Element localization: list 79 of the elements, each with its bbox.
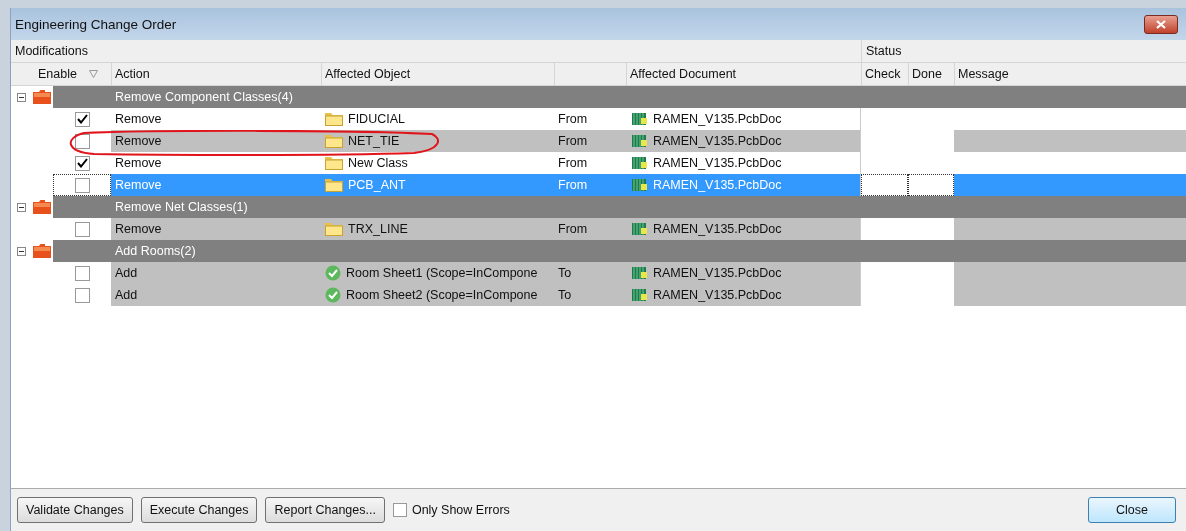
table-cell: Add [115,266,138,280]
column-header[interactable]: Check [861,63,908,85]
enable-checkbox[interactable] [74,287,90,303]
table-cell: To [558,288,572,302]
table-cell: Remove [115,112,162,126]
column-header[interactable]: Action [111,63,321,85]
column-header[interactable]: Affected Object [321,63,554,85]
group-row[interactable]: Remove Net Classes(1) [53,196,1186,218]
only-errors-checkbox[interactable]: Only Show Errors [392,503,510,517]
folder-icon [325,222,343,236]
table-cell: Remove [115,134,162,148]
table-cell: Room Sheet2 (Scope=InCompone [346,288,538,302]
group-row[interactable]: Add Rooms(2) [53,240,1186,262]
table-cell: RAMEN_V135.PcbDoc [653,266,782,280]
enable-checkbox[interactable] [74,111,90,127]
folder-icon [33,90,51,104]
folder-icon [325,112,343,126]
group-row[interactable]: Remove Component Classes(4) [53,86,1186,108]
band-header: Status [865,43,903,60]
column-header[interactable]: Message [954,63,1186,85]
checkmark-icon [325,287,341,303]
column-header[interactable]: Enable [35,63,111,85]
group-title: Remove Component Classes(4) [115,90,293,104]
table-cell: New Class [348,156,408,170]
group-title: Remove Net Classes(1) [115,200,248,214]
folder-icon [325,156,343,170]
enable-checkbox[interactable] [74,221,90,237]
circuit-board-icon [630,288,648,302]
table-cell: Remove [115,178,162,192]
table-cell: TRX_LINE [348,222,408,236]
enable-checkbox[interactable] [74,265,90,281]
folder-icon [325,134,343,148]
table-cell: From [558,178,588,192]
circuit-board-icon [630,266,648,280]
table-cell: RAMEN_V135.PcbDoc [653,156,782,170]
column-header[interactable]: Affected Document [626,63,861,85]
band-header: Modifications [11,40,862,62]
circuit-board-icon [630,134,648,148]
table-row[interactable]: Remove New Class From RAMEN_V135.PcbDoc [11,152,1186,174]
enable-checkbox[interactable] [74,177,90,193]
checkmark-icon [325,265,341,281]
circuit-board-icon [630,222,648,236]
table-cell: RAMEN_V135.PcbDoc [653,178,782,192]
table-cell: To [558,266,572,280]
table-cell: From [558,222,588,236]
folder-icon [33,244,51,258]
table-cell: Add [115,288,138,302]
table-row[interactable]: Add Room Sheet1 (Scope=InCompone To RAMEN_V135.PcbDoc [11,262,1186,284]
circuit-board-icon [630,156,648,170]
circuit-board-icon [630,112,648,126]
table-cell: From [558,134,588,148]
column-header[interactable]: Done [908,63,954,85]
table-cell: From [558,112,588,126]
table-cell: RAMEN_V135.PcbDoc [653,222,782,236]
close-icon[interactable] [1144,14,1178,34]
window-title: Engineering Change Order [15,16,178,32]
folder-icon [325,178,343,192]
circuit-board-icon [630,178,648,192]
action-button[interactable]: Validate Changes [17,497,133,523]
group-title: Add Rooms(2) [115,244,196,258]
table-cell: Remove [115,156,162,170]
table-cell: From [558,156,588,170]
action-button[interactable]: Execute Changes [140,497,258,523]
table-row[interactable]: Add Room Sheet2 (Scope=InCompone To RAMEN_V135.PcbDoc [11,284,1186,306]
table-cell: RAMEN_V135.PcbDoc [653,134,782,148]
table-row[interactable]: Remove NET_TIE From RAMEN_V135.PcbDoc [11,130,1186,152]
table-cell: RAMEN_V135.PcbDoc [653,112,782,126]
table-row[interactable]: Remove FIDUCIAL From RAMEN_V135.PcbDoc [11,108,1186,130]
table-cell: Remove [115,222,162,236]
enable-checkbox[interactable] [74,155,90,171]
action-button[interactable]: Report Changes... [265,497,385,523]
table-cell: PCB_ANT [348,178,406,192]
close-button[interactable]: Close [1088,497,1176,523]
table-cell: NET_TIE [348,134,400,148]
table-row[interactable]: Remove TRX_LINE From RAMEN_V135.PcbDoc [11,218,1186,240]
table-cell: Room Sheet1 (Scope=InCompone [346,266,538,280]
folder-icon [33,200,51,214]
table-cell: FIDUCIAL [348,112,405,126]
table-cell: RAMEN_V135.PcbDoc [653,288,782,302]
